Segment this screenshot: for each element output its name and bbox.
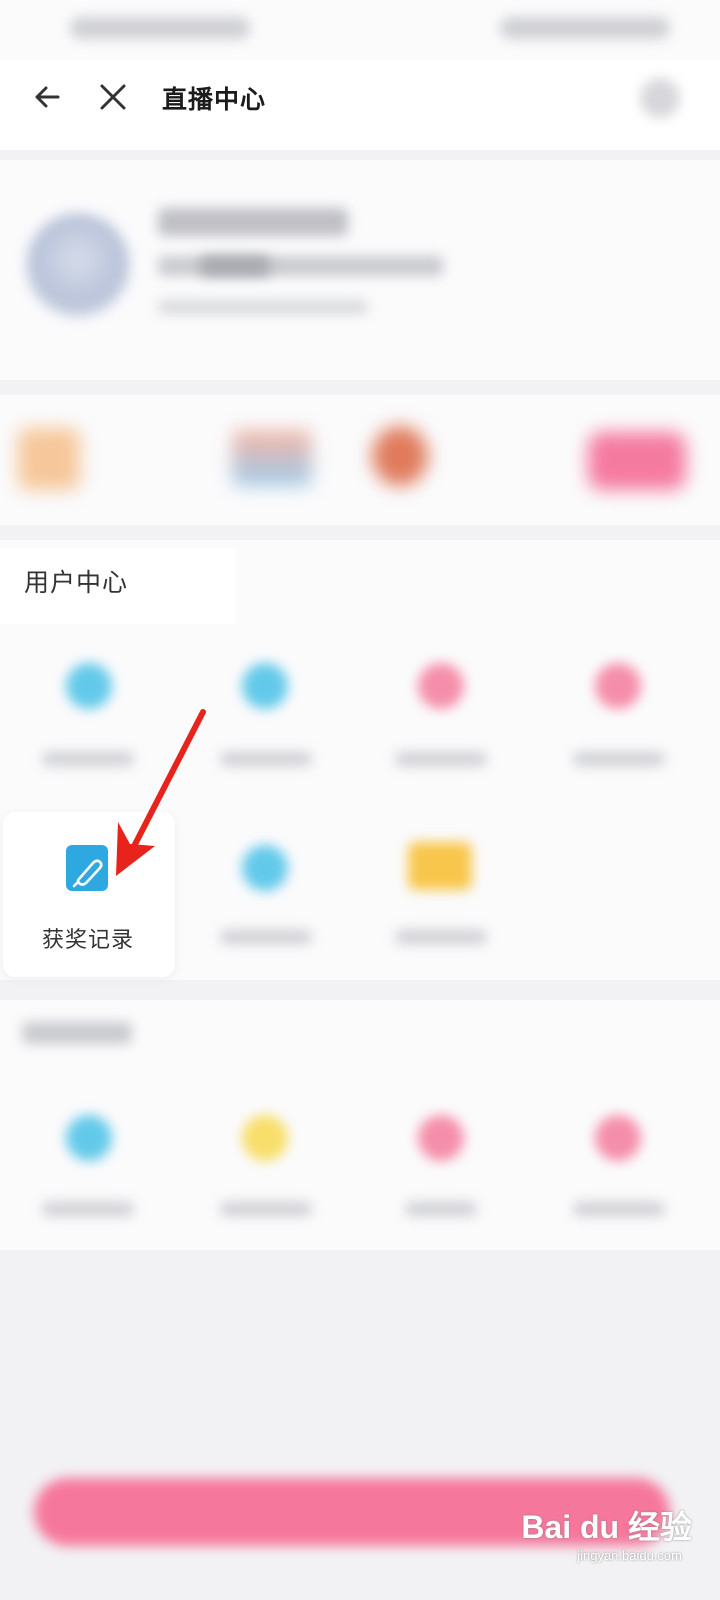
user-center-label-6-blurred bbox=[220, 930, 312, 944]
user-center-icon-7[interactable] bbox=[408, 842, 472, 890]
close-icon bbox=[100, 84, 126, 110]
second-section-label-3-blurred bbox=[405, 1202, 477, 1216]
user-center-icon-2[interactable] bbox=[242, 663, 288, 709]
back-arrow-icon bbox=[35, 86, 60, 108]
page-title: 直播中心 bbox=[162, 85, 267, 114]
second-section-title-blurred bbox=[22, 1022, 132, 1044]
award-record-label: 获奖记录 bbox=[41, 928, 134, 953]
watermark-url: jingyan.baidu.com bbox=[577, 1548, 682, 1563]
second-section-icon-1[interactable] bbox=[66, 1115, 112, 1161]
status-left-blurred bbox=[70, 17, 250, 39]
user-center-icon-6[interactable] bbox=[242, 845, 288, 891]
second-section-icon-2[interactable] bbox=[242, 1115, 288, 1161]
banner-item-3[interactable] bbox=[372, 426, 428, 486]
profile-stats-blurred bbox=[158, 300, 368, 314]
user-center-label-7-blurred bbox=[395, 930, 487, 944]
close-button[interactable] bbox=[89, 73, 137, 121]
user-center-label-2-blurred bbox=[220, 752, 312, 766]
more-icon[interactable] bbox=[640, 78, 680, 118]
profile-name-blurred bbox=[158, 208, 348, 236]
back-button[interactable] bbox=[23, 73, 71, 121]
banner-item-1[interactable] bbox=[18, 428, 80, 490]
user-center-icon-4[interactable] bbox=[595, 663, 641, 709]
second-section-label-2-blurred bbox=[220, 1202, 312, 1216]
second-section-label-4-blurred bbox=[573, 1202, 665, 1216]
red-arrow-annotation bbox=[116, 709, 206, 876]
banner-item-2[interactable] bbox=[232, 430, 312, 486]
status-bar bbox=[0, 0, 720, 60]
user-center-label-4-blurred bbox=[573, 752, 665, 766]
profile-info-dark-blurred bbox=[200, 256, 270, 276]
section-title-user-center: 用户中心 bbox=[24, 568, 129, 597]
user-center-icon-3[interactable] bbox=[418, 663, 464, 709]
status-right-blurred bbox=[500, 17, 670, 39]
avatar[interactable] bbox=[26, 213, 130, 317]
second-section-label-1-blurred bbox=[42, 1202, 134, 1216]
baidu-jingyan-watermark: Bai du 经验 bbox=[521, 1509, 692, 1545]
banner-item-4[interactable] bbox=[588, 432, 686, 490]
second-section-icon-3[interactable] bbox=[418, 1115, 464, 1161]
user-center-label-3-blurred bbox=[395, 752, 487, 766]
second-section-icon-4[interactable] bbox=[595, 1115, 641, 1161]
